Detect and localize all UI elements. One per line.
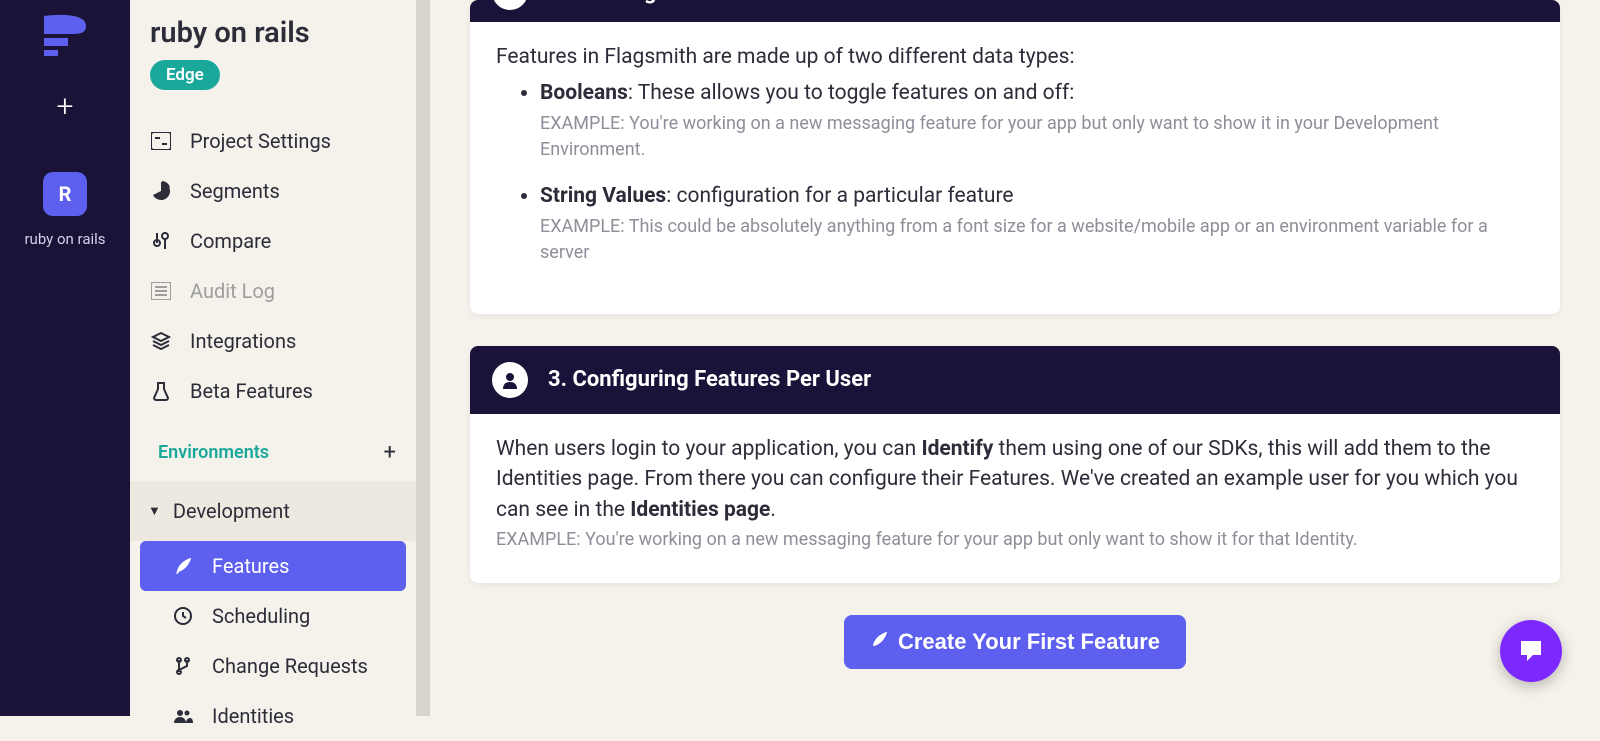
subnav-label: Change Requests <box>212 654 368 678</box>
environments-header: Environments + <box>130 416 416 481</box>
step2-intro: Features in Flagsmith are made up of two… <box>496 42 1534 72</box>
step2-card: 2 2. Creating A Feature Features in Flag… <box>470 0 1560 314</box>
step3-header: 3. Configuring Features Per User <box>470 346 1560 414</box>
compare-icon <box>150 231 172 251</box>
main-content: 2 2. Creating A Feature Features in Flag… <box>430 0 1600 716</box>
cta-wrap: Create Your First Feature <box>470 615 1560 669</box>
subnav-identities[interactable]: Identities <box>140 691 406 741</box>
step2-str-desc: : configuration for a particular feature <box>666 184 1013 208</box>
nav-segments[interactable]: Segments <box>130 166 416 216</box>
subnav-label: Identities <box>212 704 294 728</box>
logo-icon <box>38 10 92 58</box>
env-group-label: Development <box>173 499 290 523</box>
step3-title: 3. Configuring Features Per User <box>548 367 871 392</box>
add-project-button[interactable]: + <box>57 92 74 122</box>
rail: + R ruby on rails <box>0 0 130 716</box>
step2-str-example: EXAMPLE: This could be absolutely anythi… <box>540 214 1534 266</box>
nav-project-settings[interactable]: Project Settings <box>130 116 416 166</box>
rocket-icon <box>870 629 888 655</box>
nav-beta-features[interactable]: Beta Features <box>130 366 416 416</box>
nav-label: Compare <box>190 229 271 253</box>
nav-audit-log[interactable]: Audit Log <box>130 266 416 316</box>
clock-icon <box>172 607 194 625</box>
step3-identities-page: Identities page <box>630 498 770 522</box>
project-title: ruby on rails <box>130 12 416 60</box>
edge-badge: Edge <box>150 60 220 90</box>
step3-card: 3. Configuring Features Per User When us… <box>470 346 1560 583</box>
users-icon <box>172 708 194 724</box>
step2-bool-label: Booleans <box>540 81 628 105</box>
layers-icon <box>150 331 172 351</box>
caret-down-icon: ▼ <box>148 503 161 519</box>
chat-fab[interactable] <box>1500 620 1562 682</box>
subnav-label: Scheduling <box>212 604 310 628</box>
project-badge-label: ruby on rails <box>24 230 105 248</box>
step3-user-icon <box>492 362 528 398</box>
environments-label: Environments <box>158 442 269 463</box>
nav-integrations[interactable]: Integrations <box>130 316 416 366</box>
subnav-features[interactable]: Features <box>140 541 406 591</box>
settings-icon <box>150 132 172 150</box>
step2-bool-example: EXAMPLE: You're working on a new messagi… <box>540 111 1534 163</box>
step2-header: 2 2. Creating A Feature <box>470 0 1560 22</box>
step2-bool-desc: : These allows you to toggle features on… <box>628 81 1075 105</box>
cta-label: Create Your First Feature <box>898 629 1160 655</box>
logo[interactable] <box>38 10 92 62</box>
step2-title: 2. Creating A Feature <box>548 0 757 5</box>
pie-icon <box>150 181 172 201</box>
step2-str-label: String Values <box>540 184 666 208</box>
subnav-scheduling[interactable]: Scheduling <box>140 591 406 641</box>
nav-label: Project Settings <box>190 129 331 153</box>
flask-icon <box>150 381 172 401</box>
step3-example: EXAMPLE: You're working on a new messagi… <box>496 527 1534 553</box>
project-badge[interactable]: R <box>43 172 87 216</box>
create-first-feature-button[interactable]: Create Your First Feature <box>844 615 1186 669</box>
step2-number-icon: 2 <box>492 0 528 10</box>
list-icon <box>150 282 172 300</box>
step3-part3: . <box>770 498 776 522</box>
sidenav: ruby on rails Edge Project Settings Segm… <box>130 0 430 716</box>
step3-identify: Identify <box>921 437 993 461</box>
svg-text:2: 2 <box>505 0 514 2</box>
nav-label: Integrations <box>190 329 296 353</box>
nav-label: Beta Features <box>190 379 313 403</box>
chat-icon <box>1517 637 1545 665</box>
step2-body: Features in Flagsmith are made up of two… <box>470 22 1560 314</box>
step3-text: When users login to your application, yo… <box>496 434 1534 525</box>
subnav-change-requests[interactable]: Change Requests <box>140 641 406 691</box>
step2-str-item: String Values: configuration for a parti… <box>540 181 1534 266</box>
subnav-label: Features <box>212 554 289 578</box>
nav-label: Audit Log <box>190 279 275 303</box>
step3-part1: When users login to your application, yo… <box>496 437 921 461</box>
nav-label: Segments <box>190 179 280 203</box>
rocket-icon <box>172 557 194 575</box>
env-group-development[interactable]: ▼ Development <box>130 481 416 541</box>
step2-bool-item: Booleans: These allows you to toggle fea… <box>540 78 1534 163</box>
nav-compare[interactable]: Compare <box>130 216 416 266</box>
add-environment-button[interactable]: + <box>384 440 396 465</box>
step3-body: When users login to your application, yo… <box>470 414 1560 583</box>
branch-icon <box>172 657 194 675</box>
